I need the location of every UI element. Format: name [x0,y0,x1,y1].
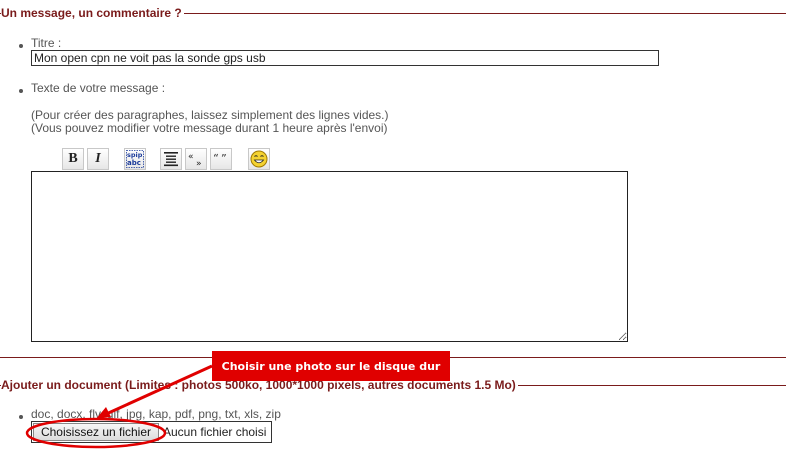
italic-button[interactable]: I [87,148,109,170]
spip-link-icon: spip abc [126,150,144,168]
french-quotes-icon: « » [188,152,202,167]
smiley-button[interactable] [248,148,270,170]
fieldset-message-legend: Un message, un commentaire ? [1,6,184,20]
message-textarea[interactable] [31,171,628,342]
title-label: Titre : [31,36,62,50]
french-quotes-button[interactable]: « » [185,148,207,170]
smiley-icon [250,150,268,168]
hint-paragraphs: (Pour créer des paragraphes, laissez sim… [31,108,389,122]
allowed-formats: doc, docx, flv, gif, jpg, kap, pdf, png,… [31,407,281,421]
svg-text:”: ” [221,152,227,165]
svg-text:»: » [196,159,202,167]
choose-file-button[interactable]: Choisissez un fichier [33,423,159,441]
svg-text:spip: spip [127,151,143,159]
bullet [19,44,23,48]
bold-icon: B [68,151,78,166]
bullet [19,89,23,93]
italic-icon: I [95,151,101,166]
hint-edit-time: (Vous pouvez modifier votre message dura… [31,121,388,135]
bullet [19,415,23,419]
svg-text:abc: abc [127,159,141,167]
quote-block-button[interactable] [160,148,182,170]
svg-text:«: « [188,152,194,162]
annotation-callout: Choisir une photo sur le disque dur [212,351,450,381]
title-input[interactable] [31,50,659,66]
english-quotes-button[interactable]: “ ” [210,148,232,170]
svg-text:“: “ [213,152,219,165]
no-file-chosen: Aucun fichier choisi [163,425,267,439]
bold-button[interactable]: B [62,148,84,170]
spip-link-button[interactable]: spip abc [124,148,146,170]
english-quotes-icon: “ ” [213,152,227,165]
quote-block-icon [164,152,178,167]
message-label: Texte de votre message : [31,81,166,95]
